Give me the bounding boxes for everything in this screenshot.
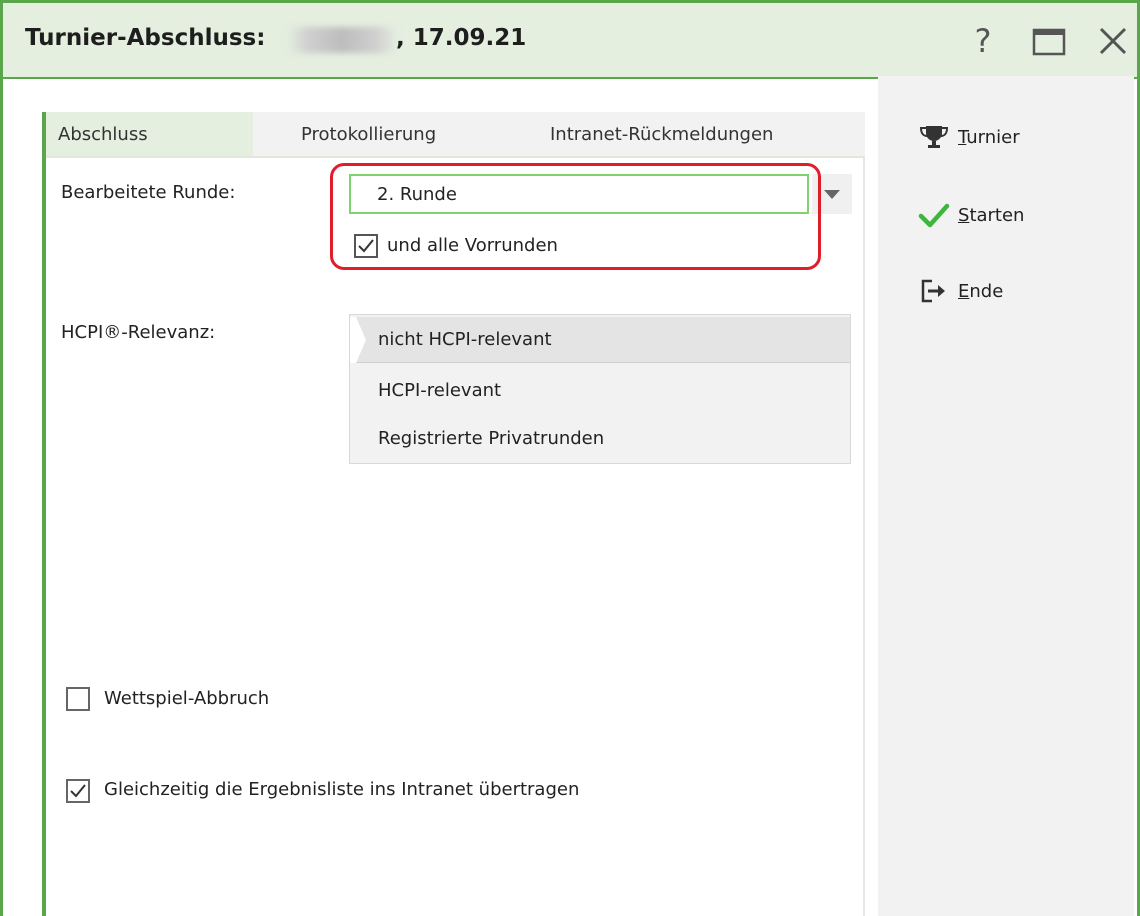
match-abort-label: Wettspiel-Abbruch <box>104 688 270 709</box>
end-action[interactable]: Ende <box>918 276 1003 306</box>
checkmark-icon <box>70 784 86 798</box>
checkmark-icon <box>358 239 374 253</box>
round-label: Bearbeitete Runde: <box>61 182 236 203</box>
transfer-results-checkbox[interactable] <box>66 779 90 803</box>
maximize-icon <box>1032 28 1066 56</box>
help-icon: ? <box>975 22 992 60</box>
tournament-action-label: urnier <box>966 126 1020 148</box>
svg-text:?: ? <box>975 22 992 60</box>
round-select[interactable]: 2. Runde <box>349 174 809 214</box>
tab-abschluss[interactable]: Abschluss <box>42 112 253 156</box>
window-title: Turnier-Abschluss: <box>25 25 266 51</box>
selection-marker-icon <box>350 317 366 363</box>
all-prelim-rounds-checkbox[interactable] <box>354 234 378 258</box>
checkmark-icon <box>918 203 950 228</box>
end-action-label: nde <box>969 280 1004 302</box>
start-action[interactable]: Starten <box>918 200 1024 230</box>
maximize-button[interactable] <box>1027 21 1071 61</box>
round-select-value: 2. Runde <box>377 183 457 205</box>
transfer-results-label: Gleichzeitig die Ergebnisliste ins Intra… <box>104 779 580 800</box>
start-action-label: tarten <box>969 204 1025 226</box>
hcpi-option-not-relevant[interactable]: nicht HCPI-relevant <box>350 317 850 363</box>
all-prelim-rounds-label: und alle Vorrunden <box>387 235 558 256</box>
hcpi-relevance-list: nicht HCPI-relevant HCPI-relevant Regist… <box>349 314 851 464</box>
tab-strip: Protokollierung Intranet-Rückmeldungen A… <box>42 112 865 156</box>
trophy-icon <box>919 126 949 148</box>
hcpi-label: HCPI®-Relevanz: <box>61 322 216 343</box>
tab-content-panel <box>46 156 865 916</box>
tab-intranet-rueckmeldungen[interactable]: Intranet-Rückmeldungen <box>512 112 865 156</box>
window-title-date: , 17.09.21 <box>396 25 527 51</box>
tournament-action[interactable]: Turnier <box>918 122 1020 152</box>
tab-protokollierung[interactable]: Protokollierung <box>253 112 551 156</box>
start-action-mnemonic: S <box>958 204 970 226</box>
hcpi-option-private-rounds[interactable]: Registrierte Privatrunden <box>350 415 850 461</box>
close-icon <box>1099 27 1127 55</box>
title-bar[interactable]: Turnier-Abschluss: , 17.09.21 ? <box>3 3 1137 79</box>
round-dropdown-button[interactable] <box>812 174 852 214</box>
help-button[interactable]: ? <box>961 21 1005 61</box>
end-action-mnemonic: E <box>958 280 970 302</box>
chevron-down-icon <box>824 190 840 199</box>
exit-icon <box>921 279 945 303</box>
close-button[interactable] <box>1091 21 1135 61</box>
redacted-title-part <box>286 27 398 53</box>
tab-content-accent <box>42 155 46 916</box>
hcpi-option-relevant[interactable]: HCPI-relevant <box>350 367 850 413</box>
match-abort-checkbox[interactable] <box>66 687 90 711</box>
